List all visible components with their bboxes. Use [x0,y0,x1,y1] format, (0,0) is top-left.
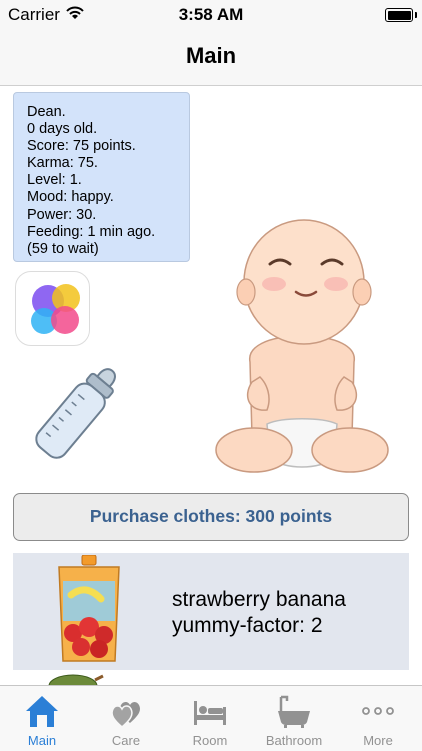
food-item[interactable]: strawberry banana yummy-factor: 2 [13,553,409,670]
tab-room[interactable]: Room [168,686,252,751]
battery-icon [385,8,417,22]
stat-power: Power: 30. [27,206,97,223]
food-yummy-factor: yummy-factor: 2 [172,614,323,637]
clock: 3:58 AM [178,5,244,24]
stat-name: Dean. [27,104,66,120]
stat-wait: (59 to wait) [27,240,99,257]
stat-score: Score: 75 points. [27,138,136,155]
more-icon [362,707,394,715]
tab-bathroom-label: Bathroom [265,733,323,748]
tab-more[interactable]: More [336,686,420,751]
house-icon [26,696,58,727]
stat-age: 0 days old. [27,121,98,138]
stat-level: Level: 1. [27,172,82,189]
bottle-icon[interactable] [22,356,132,471]
food-name: strawberry banana [172,588,346,611]
tab-bar: Main Care Room Bathroom More [0,685,422,751]
bed-icon [194,701,226,725]
tab-main-label: Main [27,733,57,748]
bathtub-icon [278,695,310,728]
tab-room-label: Room [192,733,228,748]
tab-care-label: Care [111,733,141,748]
tab-bathroom[interactable]: Bathroom [252,686,336,751]
stats-panel: Dean. 0 days old. Score: 75 points. Karm… [13,92,190,262]
stat-feeding: Feeding: 1 min ago. [27,223,156,240]
navigation-bar: Main [0,30,422,86]
next-food-item-peek[interactable] [45,672,115,686]
tab-more-label: More [363,733,393,748]
stat-karma: Karma: 75. [27,155,98,172]
tab-care[interactable]: Care [84,686,168,751]
page-title: Main [185,43,237,68]
baby-character[interactable] [212,212,392,484]
purchase-clothes-button[interactable]: Purchase clothes: 300 points [13,493,409,541]
fruit-pouch-icon [58,555,120,662]
stat-mood: Mood: happy. [27,189,114,206]
status-bar: Carrier 3:58 AM [0,0,422,30]
hearts-icon [111,702,140,728]
tab-main[interactable]: Main [0,686,84,751]
game-center-icon[interactable] [15,271,90,346]
